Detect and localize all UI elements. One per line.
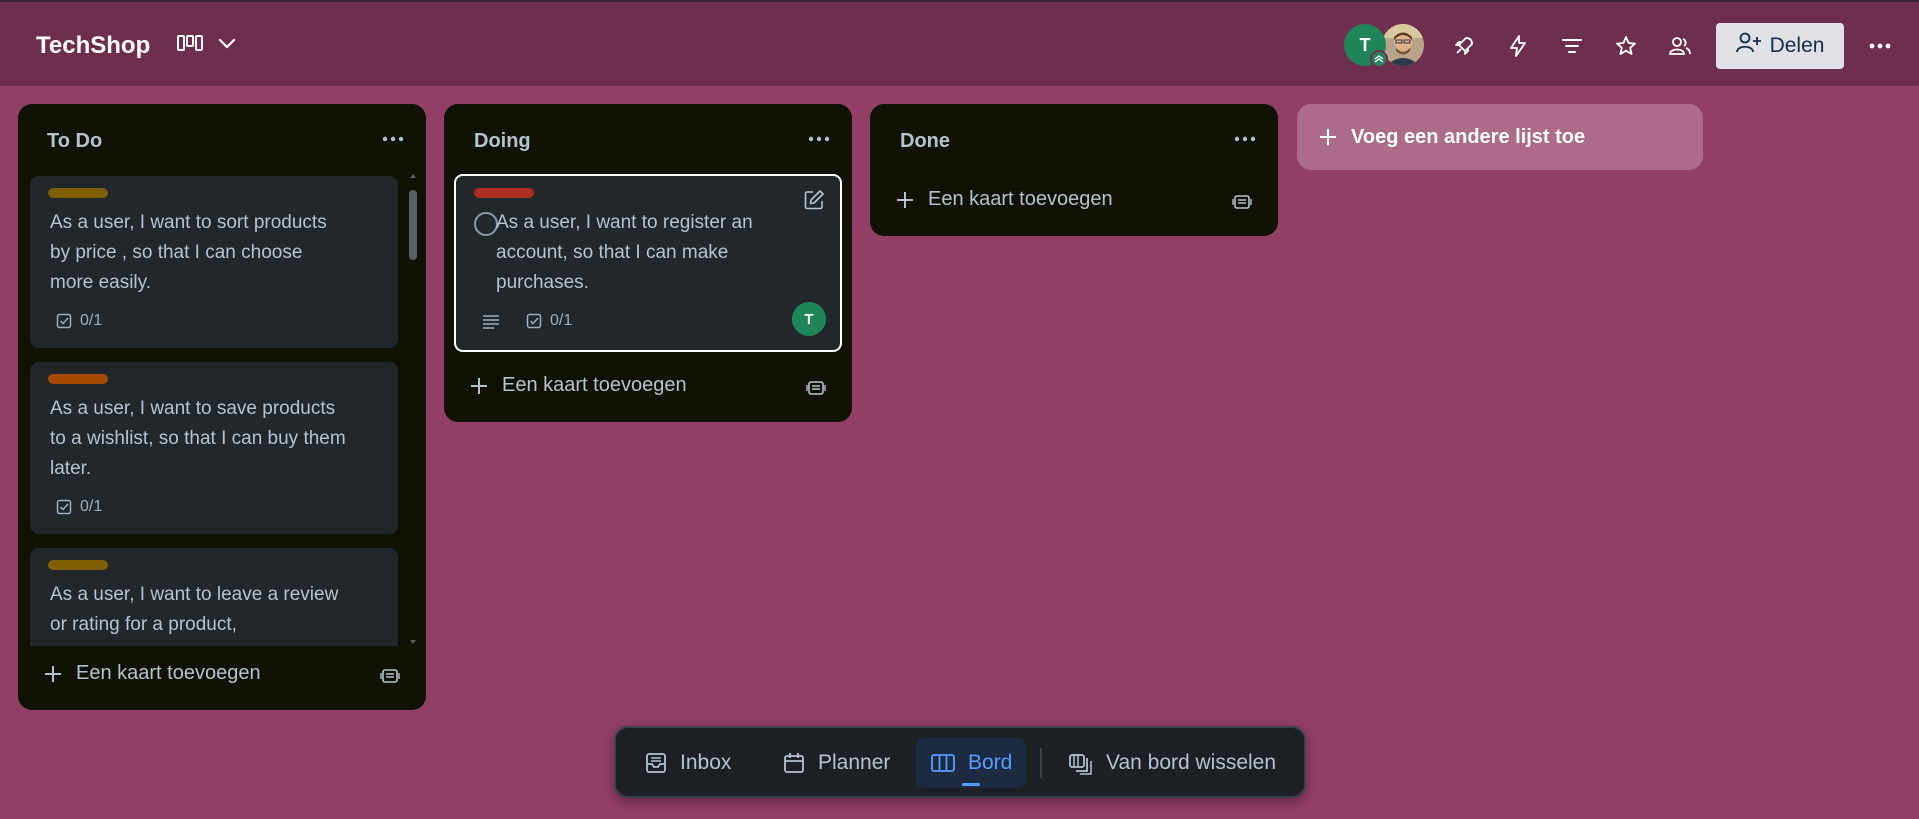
plus-icon <box>471 377 487 394</box>
checklist-badge: 0/1 <box>56 312 102 330</box>
nav-switch-board[interactable]: Van bord wisselen <box>1054 738 1290 788</box>
list-menu-icon[interactable] <box>376 124 410 154</box>
visibility-icon[interactable] <box>1664 30 1696 62</box>
inbox-icon <box>646 753 666 773</box>
nav-switch-board-label: Van bord wisselen <box>1106 751 1277 774</box>
card-title: As a user, I want to leave a review or r… <box>50 584 339 635</box>
card-template-icon[interactable] <box>1230 190 1254 214</box>
card-selected[interactable]: As a user, I want to register an account… <box>454 174 842 352</box>
card-template-icon[interactable] <box>378 664 402 688</box>
checkbox-icon <box>56 313 72 329</box>
checklist-badge: 0/1 <box>526 312 572 330</box>
view-switcher[interactable] <box>176 30 242 62</box>
add-card-label: Een kaart toevoegen <box>76 662 261 684</box>
chevron-down-icon <box>218 37 236 55</box>
member-avatar-t[interactable]: T <box>1344 24 1388 68</box>
checkbox-icon <box>56 499 72 515</box>
plus-icon <box>897 191 913 208</box>
add-card-button[interactable]: Een kaart toevoegen <box>896 188 1113 211</box>
nav-planner-label: Planner <box>818 751 891 774</box>
calendar-icon <box>784 753 804 773</box>
power-ups-icon[interactable] <box>1448 30 1480 62</box>
checklist-count: 0/1 <box>550 312 573 329</box>
card-label <box>474 188 534 198</box>
list-title[interactable]: Doing <box>474 130 531 153</box>
complete-circle-icon[interactable] <box>474 212 498 236</box>
list-done: Done Een kaart toevoegen <box>870 104 1278 236</box>
card-title: As a user, I want to register an account… <box>496 212 753 293</box>
list-header[interactable]: To Do <box>18 104 426 170</box>
card-label <box>48 374 108 384</box>
filter-icon[interactable] <box>1556 30 1588 62</box>
star-icon[interactable] <box>1610 30 1642 62</box>
board-title[interactable]: TechShop <box>36 32 150 60</box>
automation-icon[interactable] <box>1502 30 1534 62</box>
card-template-icon[interactable] <box>804 376 828 400</box>
switch-board-icon <box>1069 754 1092 775</box>
card-label <box>48 188 108 198</box>
scroll-down-icon[interactable] <box>408 638 418 646</box>
list-menu-icon[interactable] <box>1228 124 1262 154</box>
board-header: TechShop T Delen <box>0 0 1919 86</box>
board-view-icon <box>176 34 204 59</box>
card-member-avatar[interactable]: T <box>792 302 826 336</box>
card[interactable]: As a user, I want to leave a review or r… <box>30 548 398 646</box>
nav-divider <box>1040 748 1042 778</box>
plus-icon <box>45 665 61 682</box>
card-title: As a user, I want to save products to a … <box>50 398 346 479</box>
admin-chevron-icon <box>1370 50 1388 68</box>
card[interactable]: As a user, I want to save products to a … <box>30 362 398 534</box>
checkbox-icon <box>526 313 542 329</box>
description-icon <box>482 314 500 335</box>
nav-planner[interactable]: Planner <box>768 738 904 788</box>
share-button[interactable]: Delen <box>1716 23 1844 69</box>
card-clip: As a user, I want to leave a review or r… <box>30 548 398 646</box>
list-scrollbar[interactable] <box>408 172 418 646</box>
list-title[interactable]: To Do <box>47 130 102 153</box>
checklist-badge: 0/1 <box>56 498 102 516</box>
scroll-thumb[interactable] <box>409 190 417 260</box>
add-card-label: Een kaart toevoegen <box>502 374 687 396</box>
edit-pencil-icon[interactable] <box>802 188 826 212</box>
nav-inbox[interactable]: Inbox <box>630 738 745 788</box>
add-card-button[interactable]: Een kaart toevoegen <box>470 374 687 397</box>
list-todo: To Do As a user, I want to sort products… <box>18 104 426 710</box>
list-title[interactable]: Done <box>900 130 950 153</box>
list-header[interactable]: Done <box>870 104 1278 170</box>
board-icon <box>931 754 955 772</box>
share-label: Delen <box>1769 34 1825 57</box>
add-list-label: Voeg een andere lijst toe <box>1351 125 1586 148</box>
plus-icon <box>1320 129 1336 145</box>
nav-board-label: Bord <box>968 751 1013 774</box>
add-person-icon <box>1735 31 1762 61</box>
card[interactable]: As a user, I want to sort products by pr… <box>30 176 398 348</box>
bottom-nav: Inbox Planner Bord Van bord wisselen <box>614 726 1306 798</box>
list-doing: Doing As a user, I want to register an a… <box>444 104 852 422</box>
add-list-button[interactable]: Voeg een andere lijst toe <box>1297 104 1703 170</box>
active-indicator <box>962 783 981 786</box>
more-menu-icon[interactable] <box>1864 30 1896 62</box>
list-menu-icon[interactable] <box>802 124 836 154</box>
nav-board[interactable]: Bord <box>916 738 1027 788</box>
checklist-count: 0/1 <box>80 312 103 329</box>
profile-photo-icon <box>1382 24 1424 66</box>
add-card-button[interactable]: Een kaart toevoegen <box>44 662 261 685</box>
nav-inbox-label: Inbox <box>680 751 732 774</box>
list-header[interactable]: Doing <box>444 104 852 170</box>
add-card-label: Een kaart toevoegen <box>928 188 1113 210</box>
card-label <box>48 560 108 570</box>
checklist-count: 0/1 <box>80 498 103 515</box>
scroll-up-icon[interactable] <box>408 172 418 180</box>
member-avatar-photo[interactable] <box>1382 24 1424 66</box>
card-title: As a user, I want to sort products by pr… <box>50 212 327 293</box>
